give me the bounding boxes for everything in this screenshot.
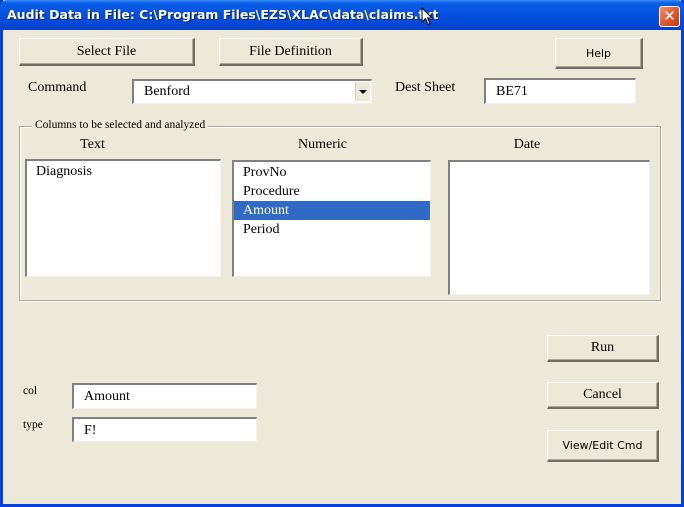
list-item[interactable]: Procedure bbox=[234, 182, 430, 201]
dest-sheet-field[interactable]: BE71 bbox=[484, 78, 636, 104]
numeric-columns-list[interactable]: ProvNo Procedure Amount Period bbox=[232, 160, 431, 277]
cancel-button[interactable]: Cancel bbox=[547, 382, 659, 409]
help-button[interactable]: Help bbox=[555, 38, 643, 69]
list-item[interactable]: Diagnosis bbox=[27, 162, 220, 181]
list-item[interactable]: ProvNo bbox=[234, 163, 430, 182]
chevron-down-icon[interactable] bbox=[355, 82, 370, 101]
type-label: type bbox=[23, 419, 43, 431]
col-field[interactable]: Amount bbox=[72, 383, 257, 409]
type-field[interactable]: F! bbox=[72, 417, 257, 442]
run-button[interactable]: Run bbox=[547, 335, 659, 362]
list-item-selected[interactable]: Amount bbox=[234, 201, 430, 220]
mouse-cursor-icon bbox=[421, 7, 433, 26]
select-file-button[interactable]: Select File bbox=[19, 38, 195, 66]
list-item[interactable]: Period bbox=[234, 220, 430, 239]
columns-group-legend: Columns to be selected and analyzed bbox=[32, 119, 209, 131]
text-columns-list[interactable]: Diagnosis bbox=[25, 159, 221, 277]
close-icon: ✕ bbox=[663, 7, 676, 25]
date-columns-list[interactable] bbox=[448, 160, 650, 295]
date-column-title: Date bbox=[513, 137, 541, 152]
command-value: Benford bbox=[144, 84, 190, 99]
view-edit-cmd-button[interactable]: View/Edit Cmd bbox=[547, 430, 659, 462]
window-title: Audit Data in File: C:\Program Files\EZS… bbox=[7, 7, 439, 22]
col-label: col bbox=[23, 385, 38, 397]
text-column-title: Text bbox=[80, 137, 105, 152]
dest-sheet-label: Dest Sheet bbox=[395, 80, 456, 95]
title-bar[interactable]: Audit Data in File: C:\Program Files\EZS… bbox=[0, 0, 684, 30]
file-definition-button[interactable]: File Definition bbox=[219, 38, 363, 66]
command-label: Command bbox=[28, 80, 87, 95]
columns-group: Columns to be selected and analyzed Text… bbox=[19, 119, 661, 301]
numeric-column-title: Numeric bbox=[298, 137, 347, 152]
audit-dialog: Audit Data in File: C:\Program Files\EZS… bbox=[0, 0, 684, 507]
close-button[interactable]: ✕ bbox=[659, 6, 680, 27]
command-dropdown[interactable]: Benford bbox=[132, 79, 372, 104]
